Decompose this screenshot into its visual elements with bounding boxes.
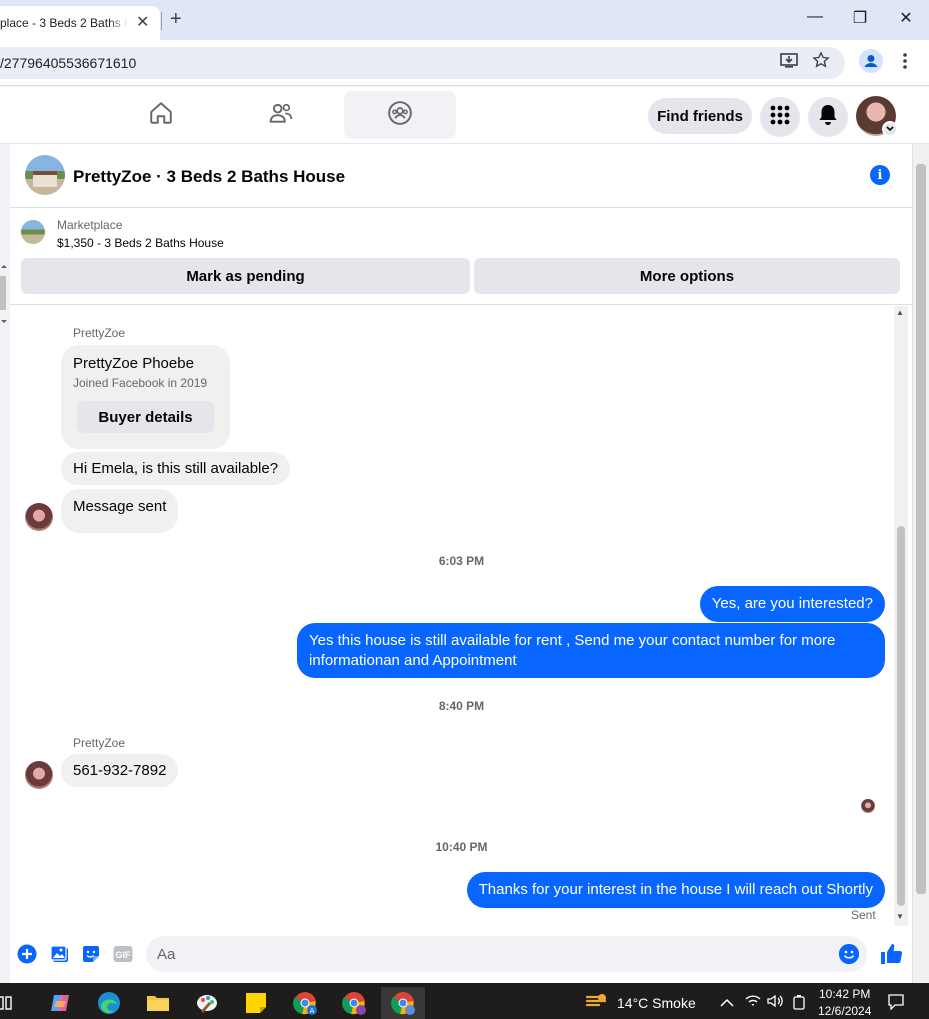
incoming-message[interactable]: 561-932-7892: [61, 754, 179, 787]
listing-thumbnail[interactable]: [21, 220, 45, 244]
new-tab-button[interactable]: +: [170, 8, 182, 31]
buyer-joined: Joined Facebook in 2019: [73, 376, 208, 390]
task-view-icon[interactable]: [0, 987, 20, 1019]
chrome-active-icon[interactable]: [381, 987, 425, 1019]
groups-tab[interactable]: [344, 91, 456, 139]
sticky-notes-icon[interactable]: [234, 987, 278, 1019]
home-icon: [148, 100, 174, 131]
message-list: PrettyZoe PrettyZoe Phoebe Joined Facebo…: [10, 306, 913, 926]
message-composer: GIF Aa: [10, 927, 913, 983]
message-input-placeholder: Aa: [157, 945, 176, 963]
sticker-icon[interactable]: [81, 944, 101, 964]
message-input[interactable]: Aa: [146, 936, 867, 972]
copilot-app-icon[interactable]: [38, 987, 82, 1019]
emoji-icon[interactable]: [839, 944, 859, 964]
timestamp: 8:40 PM: [438, 699, 485, 713]
timestamp: 6:03 PM: [438, 554, 485, 568]
incoming-message[interactable]: Message sent: [61, 489, 179, 533]
scroll-thumb[interactable]: [897, 526, 905, 906]
url-input[interactable]: /27796405536671610: [0, 47, 845, 79]
close-window-button[interactable]: ✕: [891, 8, 921, 28]
profile-icon[interactable]: [859, 49, 883, 78]
messenger-chat-panel: PrettyZoe · 3 Beds 2 Baths House i Marke…: [10, 144, 913, 983]
notification-center-icon[interactable]: [888, 994, 904, 1015]
notifications-button[interactable]: [808, 97, 848, 137]
bell-icon: [818, 104, 838, 131]
plus-icon[interactable]: [17, 944, 37, 964]
windows-taskbar: A 14°C Smoke 10:42 PM 12/6/2024: [0, 983, 929, 1019]
show-hidden-icons[interactable]: [720, 995, 734, 1013]
chat-header: PrettyZoe · 3 Beds 2 Baths House i: [10, 144, 913, 208]
gif-icon[interactable]: GIF: [113, 944, 133, 964]
sender-name: PrettyZoe: [73, 326, 126, 340]
address-bar-row: /27796405536671610: [0, 40, 929, 86]
paint-app-icon[interactable]: [185, 987, 229, 1019]
incoming-message[interactable]: Hi Emela, is this still available?: [61, 452, 291, 485]
scroll-up-icon[interactable]: ▲: [896, 308, 904, 317]
clock-date[interactable]: 12/6/2024: [818, 1004, 871, 1018]
browser-tab-bar: place - 3 Beds 2 Baths H ✕ + — ❐ ✕: [0, 0, 929, 40]
scroll-down-icon[interactable]: ▼: [896, 912, 904, 921]
info-icon[interactable]: i: [870, 165, 890, 185]
background-page-edge: [0, 262, 10, 332]
install-app-icon[interactable]: [780, 53, 798, 74]
tab-title: place - 3 Beds 2 Baths H: [0, 16, 128, 30]
weather-icon[interactable]: [585, 991, 609, 1016]
clock-time[interactable]: 10:42 PM: [819, 987, 870, 1001]
listing-price[interactable]: $1,350 - 3 Beds 2 Baths House: [57, 236, 224, 250]
friends-tab[interactable]: [225, 91, 337, 139]
account-chevron-icon[interactable]: [882, 121, 898, 137]
bookmark-star-icon[interactable]: [812, 51, 830, 74]
photo-icon[interactable]: [50, 944, 70, 964]
menu-button[interactable]: [760, 97, 800, 137]
svg-text:GIF: GIF: [116, 950, 132, 960]
battery-icon[interactable]: [793, 994, 805, 1015]
chrome-profile-b-icon[interactable]: [332, 987, 376, 1019]
buyer-name: PrettyZoe Phoebe: [73, 355, 194, 372]
chrome-menu-icon[interactable]: [902, 52, 908, 75]
friends-icon: [268, 100, 294, 131]
more-options-button[interactable]: More options: [474, 258, 900, 294]
message-status: Sent: [851, 908, 876, 922]
outgoing-message[interactable]: Yes, are you interested?: [699, 586, 885, 622]
edge-app-icon[interactable]: [87, 987, 131, 1019]
minimize-button[interactable]: —: [800, 8, 830, 26]
volume-icon[interactable]: [767, 994, 783, 1013]
chat-title[interactable]: PrettyZoe · 3 Beds 2 Baths House: [73, 167, 345, 187]
sender-avatar[interactable]: [25, 761, 53, 789]
listing-label: Marketplace: [57, 218, 123, 232]
listing-banner: Marketplace $1,350 - 3 Beds 2 Baths Hous…: [10, 209, 913, 305]
grid-menu-icon: [770, 105, 790, 130]
mark-as-pending-button[interactable]: Mark as pending: [21, 258, 470, 294]
outgoing-message[interactable]: Thanks for your interest in the house I …: [466, 872, 885, 908]
url-text: /27796405536671610: [0, 55, 137, 71]
message-scrollbar[interactable]: ▲ ▼: [894, 306, 908, 926]
tab-separator: [161, 12, 162, 30]
facebook-top-nav: Find friends: [0, 87, 929, 144]
buyer-profile-card: PrettyZoe Phoebe Joined Facebook in 2019…: [61, 345, 230, 449]
read-receipt-avatar: [861, 799, 875, 813]
sender-name: PrettyZoe: [73, 736, 126, 750]
listing-avatar[interactable]: [25, 155, 65, 195]
browser-tab[interactable]: place - 3 Beds 2 Baths H ✕: [0, 6, 160, 40]
find-friends-button[interactable]: Find friends: [648, 98, 752, 134]
network-icon[interactable]: [745, 994, 761, 1013]
tab-close-icon[interactable]: ✕: [136, 12, 149, 32]
weather-text[interactable]: 14°C Smoke: [617, 995, 696, 1011]
timestamp: 10:40 PM: [435, 840, 488, 854]
page-scroll-thumb[interactable]: [916, 164, 926, 894]
restore-button[interactable]: ❐: [845, 8, 875, 28]
buyer-details-button[interactable]: Buyer details: [77, 401, 214, 433]
svg-text:A: A: [310, 1008, 315, 1015]
outgoing-message[interactable]: Yes this house is still available for re…: [297, 623, 885, 678]
chrome-profile-a-icon[interactable]: A: [283, 987, 327, 1019]
page-scrollbar[interactable]: [913, 144, 929, 983]
home-tab[interactable]: [105, 91, 217, 139]
sender-avatar[interactable]: [25, 503, 53, 531]
file-explorer-icon[interactable]: [136, 987, 180, 1019]
thumbs-up-icon[interactable]: [879, 942, 903, 966]
groups-icon: [387, 100, 413, 131]
